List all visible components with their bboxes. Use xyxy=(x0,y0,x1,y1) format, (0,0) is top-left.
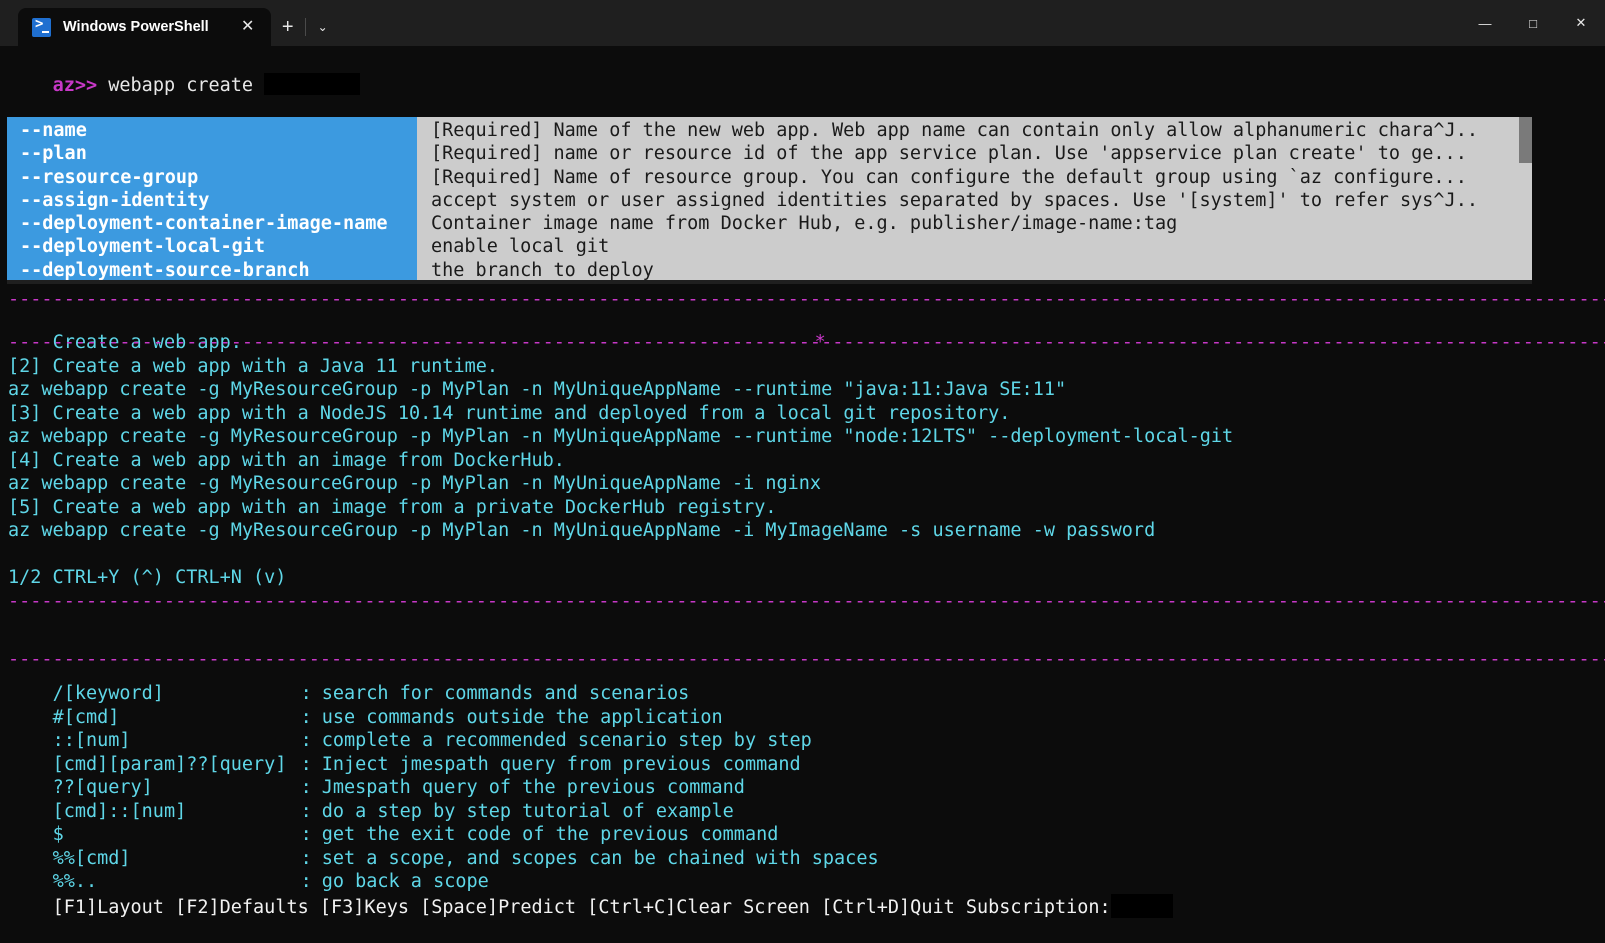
window-controls: — □ ✕ xyxy=(1461,0,1605,46)
parameter-description: Container image name from Docker Hub, e.… xyxy=(431,212,1532,235)
maximize-button[interactable]: □ xyxy=(1509,0,1557,46)
example-title: [2] Create a web app with a Java 11 runt… xyxy=(8,355,498,378)
close-window-button[interactable]: ✕ xyxy=(1557,0,1605,46)
status-bar-text: [F1]Layout [F2]Defaults [F3]Keys [Space]… xyxy=(53,897,1111,918)
example-command[interactable]: az webapp create -g MyResourceGroup -p M… xyxy=(8,472,821,495)
parameter-item[interactable]: --resource-group xyxy=(20,166,417,189)
parameter-description: enable local git xyxy=(431,235,1532,258)
chevron-down-icon[interactable]: ⌄ xyxy=(306,8,340,46)
example-command[interactable]: az webapp create -g MyResourceGroup -p M… xyxy=(8,519,1155,542)
parameter-description: the branch to deploy xyxy=(431,259,1532,280)
separator-line-pager: ----------------------------------------… xyxy=(8,590,1605,613)
pager-text: 1/2 CTRL+Y (^) CTRL+N (v) xyxy=(8,567,286,588)
example-command-text: az webapp create -g MyResourceGroup -p M… xyxy=(8,379,1066,400)
pager-indicator: 1/2 CTRL+Y (^) CTRL+N (v) xyxy=(8,566,286,589)
powershell-icon xyxy=(32,18,51,37)
terminal-viewport[interactable]: az>> webapp create --name --plan --resou… xyxy=(0,46,1605,882)
separator-line-mid: ----------------------------------------… xyxy=(8,331,1605,354)
example-command-text: az webapp create -g MyResourceGroup -p M… xyxy=(8,426,1233,447)
parameter-description: [Required] name or resource id of the ap… xyxy=(431,142,1532,165)
parameter-item[interactable]: --deployment-container-image-name xyxy=(20,212,417,235)
subscription-value-redacted xyxy=(1111,894,1173,918)
example-command-text: az webapp create -g MyResourceGroup -p M… xyxy=(8,520,1155,541)
prompt-line[interactable]: az>> webapp create xyxy=(8,50,360,121)
parameter-description: [Required] Name of resource group. You c… xyxy=(431,166,1532,189)
example-command[interactable]: az webapp create -g MyResourceGroup -p M… xyxy=(8,378,1066,401)
example-title-text: [3] Create a web app with a NodeJS 10.14… xyxy=(8,403,1010,424)
parameter-item[interactable]: --deployment-local-git xyxy=(20,235,417,258)
parameter-list[interactable]: --name --plan --resource-group --assign-… xyxy=(7,117,417,280)
parameter-description-panel: [Required] Name of the new web app. Web … xyxy=(417,117,1532,280)
completion-popup[interactable]: --name --plan --resource-group --assign-… xyxy=(7,117,1532,284)
tab-title-label: Windows PowerShell xyxy=(63,19,209,35)
example-command-text: az webapp create -g MyResourceGroup -p M… xyxy=(8,473,821,494)
example-title: [5] Create a web app with an image from … xyxy=(8,496,777,519)
example-title-text: [4] Create a web app with an image from … xyxy=(8,450,565,471)
parameter-description: accept system or user assigned identitie… xyxy=(431,189,1532,212)
az-prompt-symbol: az>> xyxy=(53,75,98,96)
new-tab-icon[interactable]: + xyxy=(271,8,305,46)
input-cursor xyxy=(264,73,360,95)
parameter-item[interactable]: --assign-identity xyxy=(20,189,417,212)
parameter-description: [Required] Name of the new web app. Web … xyxy=(431,119,1532,142)
parameter-item[interactable]: --deployment-source-branch xyxy=(20,259,417,280)
minimize-button[interactable]: — xyxy=(1461,0,1509,46)
close-tab-icon[interactable]: ✕ xyxy=(235,14,261,40)
parameter-item[interactable]: --name xyxy=(20,119,417,142)
parameter-item[interactable]: --plan xyxy=(20,142,417,165)
command-input-text[interactable]: webapp create xyxy=(97,75,264,96)
title-bar: Windows PowerShell ✕ + ⌄ — □ ✕ xyxy=(0,0,1605,46)
example-title-text: [2] Create a web app with a Java 11 runt… xyxy=(8,356,498,377)
example-title-text: [5] Create a web app with an image from … xyxy=(8,497,777,518)
terminal-tab[interactable]: Windows PowerShell ✕ xyxy=(18,8,271,46)
description-scrollbar-thumb[interactable] xyxy=(1519,117,1532,163)
example-title: [4] Create a web app with an image from … xyxy=(8,449,565,472)
description-scrollbar[interactable] xyxy=(1519,117,1532,280)
example-title: [3] Create a web app with a NodeJS 10.14… xyxy=(8,402,1010,425)
example-command[interactable]: az webapp create -g MyResourceGroup -p M… xyxy=(8,425,1233,448)
